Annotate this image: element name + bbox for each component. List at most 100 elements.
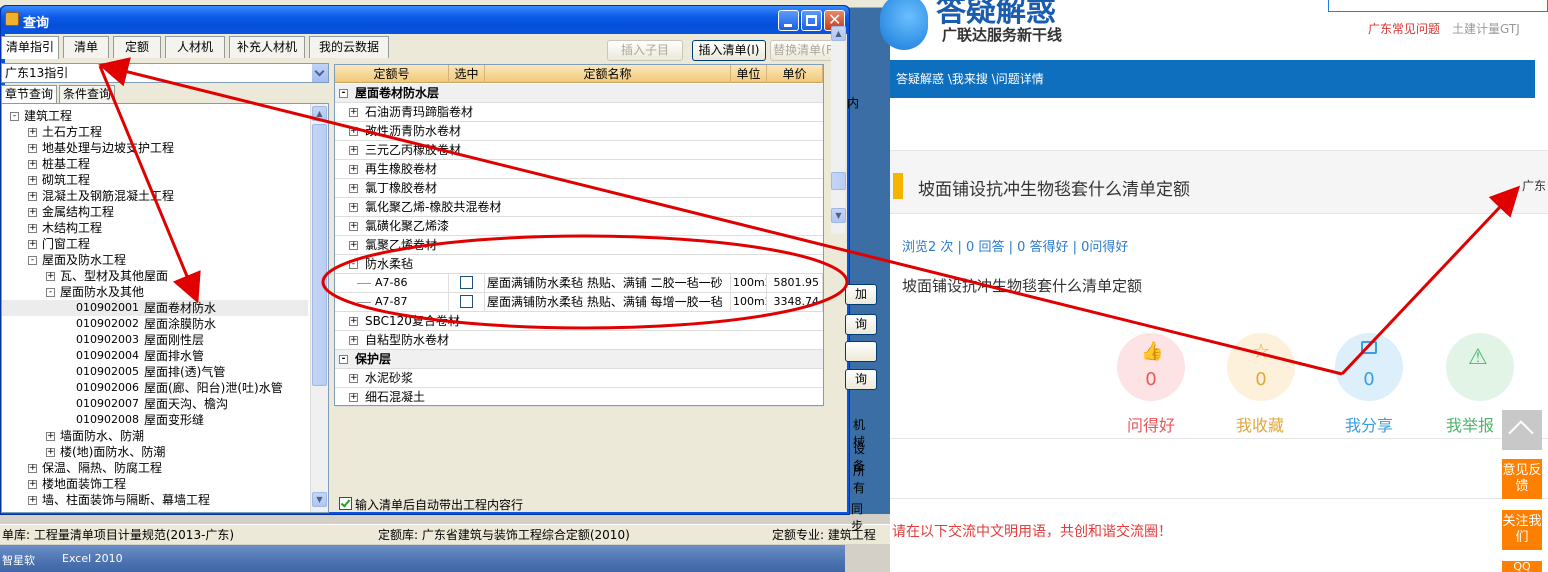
quota-row[interactable]: A7-86 屋面满铺防水柔毡 热贴、满铺 二胶一毡一砂100m25801.95 <box>335 274 823 293</box>
tree-node[interactable]: + 土石方工程 <box>2 124 308 140</box>
back-to-top-button[interactable] <box>1502 410 1542 450</box>
quota-group-row[interactable]: - 屋面卷材防水层 <box>335 84 823 103</box>
like-button[interactable]: 👍 0 <box>1117 333 1185 401</box>
insert-list-button[interactable]: 插入清单(I) <box>692 40 766 61</box>
tree-node[interactable]: + 墙面防水、防潮 <box>2 428 308 444</box>
expand-icon[interactable]: + <box>28 176 37 185</box>
tree-node[interactable]: + 砌筑工程 <box>2 172 308 188</box>
expand-icon[interactable]: + <box>349 317 358 326</box>
expand-icon[interactable]: + <box>349 336 358 345</box>
expand-icon[interactable]: + <box>349 184 358 193</box>
tree-node[interactable]: + 保温、隔热、防腐工程 <box>2 460 308 476</box>
quota-group-row[interactable]: + 石油沥青玛蹄脂卷材 <box>335 103 823 122</box>
expand-icon[interactable]: + <box>28 496 37 505</box>
expand-icon[interactable]: + <box>349 241 358 250</box>
tree-node[interactable]: - 屋面防水及其他 <box>2 284 308 300</box>
quota-group-row[interactable]: + 氯磺化聚乙烯漆 <box>335 217 823 236</box>
right-scrollbar[interactable]: ▲ ▼ <box>831 26 846 234</box>
favorite-button[interactable]: ☆ 0 <box>1227 333 1295 401</box>
feedback-button[interactable]: 意见反馈 <box>1502 459 1542 499</box>
expand-icon[interactable]: + <box>349 222 358 231</box>
tab-list[interactable]: 清单 <box>63 36 109 58</box>
side-query-button[interactable]: 询 <box>845 314 877 335</box>
tree-node[interactable]: + 混凝土及钢筋混凝土工程 <box>2 188 308 204</box>
quota-group-row[interactable]: + 再生橡胶卷材 <box>335 160 823 179</box>
side-query-button-2[interactable]: 询 <box>845 369 877 390</box>
tree-node[interactable]: + 墙、柱面装饰与隔断、幕墙工程 <box>2 492 308 508</box>
quota-group-row[interactable]: + 三元乙丙橡胶卷材 <box>335 141 823 160</box>
expand-icon[interactable]: + <box>349 165 358 174</box>
quota-group-row[interactable]: + 水泥砂浆 <box>335 369 823 388</box>
scroll-up-icon[interactable]: ▲ <box>312 106 327 121</box>
right-scroll-thumb[interactable] <box>831 172 846 190</box>
tree-node[interactable]: + 金属结构工程 <box>2 204 308 220</box>
side-add-button[interactable]: 加 <box>845 284 877 305</box>
tab-supplement[interactable]: 补充人材机 <box>229 36 305 58</box>
top-link-2[interactable]: 土建计量GTJ <box>1452 20 1520 37</box>
tree-node[interactable]: + 门窗工程 <box>2 236 308 252</box>
side-blank-button[interactable] <box>845 341 877 362</box>
tree-node[interactable]: 010902008 屋面变形缝 <box>2 412 308 428</box>
tree-node[interactable]: 010902003 屋面刚性层 <box>2 332 308 348</box>
collapse-icon[interactable]: - <box>28 256 37 265</box>
scroll-down-icon[interactable]: ▼ <box>312 492 327 507</box>
tree-node[interactable]: 010902007 屋面天沟、檐沟 <box>2 396 308 412</box>
tree-node[interactable]: 010902005 屋面排(透)气管 <box>2 364 308 380</box>
expand-icon[interactable]: + <box>46 432 55 441</box>
select-checkbox[interactable] <box>460 295 473 308</box>
dialog-titlebar[interactable]: 查询 ✕ <box>1 6 849 34</box>
maximize-button[interactable] <box>801 10 822 31</box>
expand-icon[interactable]: + <box>349 374 358 383</box>
tree-node[interactable]: 010902002 屋面涂膜防水 <box>2 316 308 332</box>
guide-select[interactable]: 广东13指引 <box>1 63 329 83</box>
chevron-down-icon[interactable] <box>311 64 328 82</box>
expand-icon[interactable]: + <box>28 208 37 217</box>
collapse-icon[interactable]: - <box>339 355 348 364</box>
collapse-icon[interactable]: - <box>46 288 55 297</box>
share-button[interactable]: 0 <box>1335 333 1403 401</box>
quota-group-row[interactable]: + 氯聚乙烯卷材 <box>335 236 823 255</box>
tree-node[interactable]: - 建筑工程 <box>2 108 308 124</box>
expand-icon[interactable]: + <box>28 224 37 233</box>
subtab-condition[interactable]: 条件查询 <box>59 85 116 103</box>
minimize-button[interactable] <box>778 10 799 31</box>
expand-icon[interactable]: + <box>349 393 358 402</box>
quota-group-row[interactable]: + 改性沥青防水卷材 <box>335 122 823 141</box>
right-scroll-down-icon[interactable]: ▼ <box>831 208 846 223</box>
subtab-chapter[interactable]: 章节查询 <box>1 85 58 103</box>
auto-bring-checkbox[interactable] <box>339 497 352 510</box>
tree-node[interactable]: 010902006 屋面(廊、阳台)泄(吐)水管 <box>2 380 308 396</box>
expand-icon[interactable]: + <box>28 128 37 137</box>
select-cell[interactable] <box>449 274 485 293</box>
tab-list-guide[interactable]: 清单指引 <box>1 36 59 59</box>
quota-group-row[interactable]: - 防水柔毡 <box>335 255 823 274</box>
expand-icon[interactable]: + <box>28 160 37 169</box>
tree-node[interactable]: + 地基处理与边坡支护工程 <box>2 140 308 156</box>
quota-row[interactable]: A7-87 屋面满铺防水柔毡 热贴、满铺 每增一胶一毡100m23348.74 <box>335 293 823 312</box>
taskbar-item-1[interactable]: 智星软 <box>2 552 35 568</box>
tree-node[interactable]: + 楼(地)面防水、防潮 <box>2 444 308 460</box>
tab-cloud-data[interactable]: 我的云数据 <box>309 36 389 58</box>
tree-node[interactable]: - 屋面及防水工程 <box>2 252 308 268</box>
expand-icon[interactable]: + <box>28 240 37 249</box>
top-search-box[interactable] <box>1328 0 1548 12</box>
expand-icon[interactable]: + <box>28 144 37 153</box>
top-link-1[interactable]: 广东常见问题 <box>1368 20 1440 37</box>
quota-group-row[interactable]: - 保护层 <box>335 350 823 369</box>
tree-node[interactable]: + 桩基工程 <box>2 156 308 172</box>
select-checkbox[interactable] <box>460 276 473 289</box>
collapse-icon[interactable]: - <box>349 260 358 269</box>
expand-icon[interactable]: + <box>349 203 358 212</box>
expand-icon[interactable]: + <box>349 108 358 117</box>
tree-node[interactable]: + 瓦、型材及其他屋面 <box>2 268 308 284</box>
right-scroll-up-icon[interactable]: ▲ <box>831 26 846 41</box>
quota-group-row[interactable]: + 细石混凝土 <box>335 388 823 407</box>
breadcrumb[interactable]: 答疑解惑 \我来搜 \问题详情 <box>896 60 1044 98</box>
expand-icon[interactable]: + <box>28 464 37 473</box>
quota-group-row[interactable]: + 氯丁橡胶卷材 <box>335 179 823 198</box>
taskbar-item-2[interactable]: Excel 2010 <box>62 552 123 565</box>
quota-group-row[interactable]: + 氯化聚乙烯-橡胶共混卷材 <box>335 198 823 217</box>
insert-child-button[interactable]: 插入子目 <box>607 40 683 61</box>
tab-labor-material[interactable]: 人材机 <box>165 36 225 58</box>
collapse-icon[interactable]: - <box>339 89 348 98</box>
